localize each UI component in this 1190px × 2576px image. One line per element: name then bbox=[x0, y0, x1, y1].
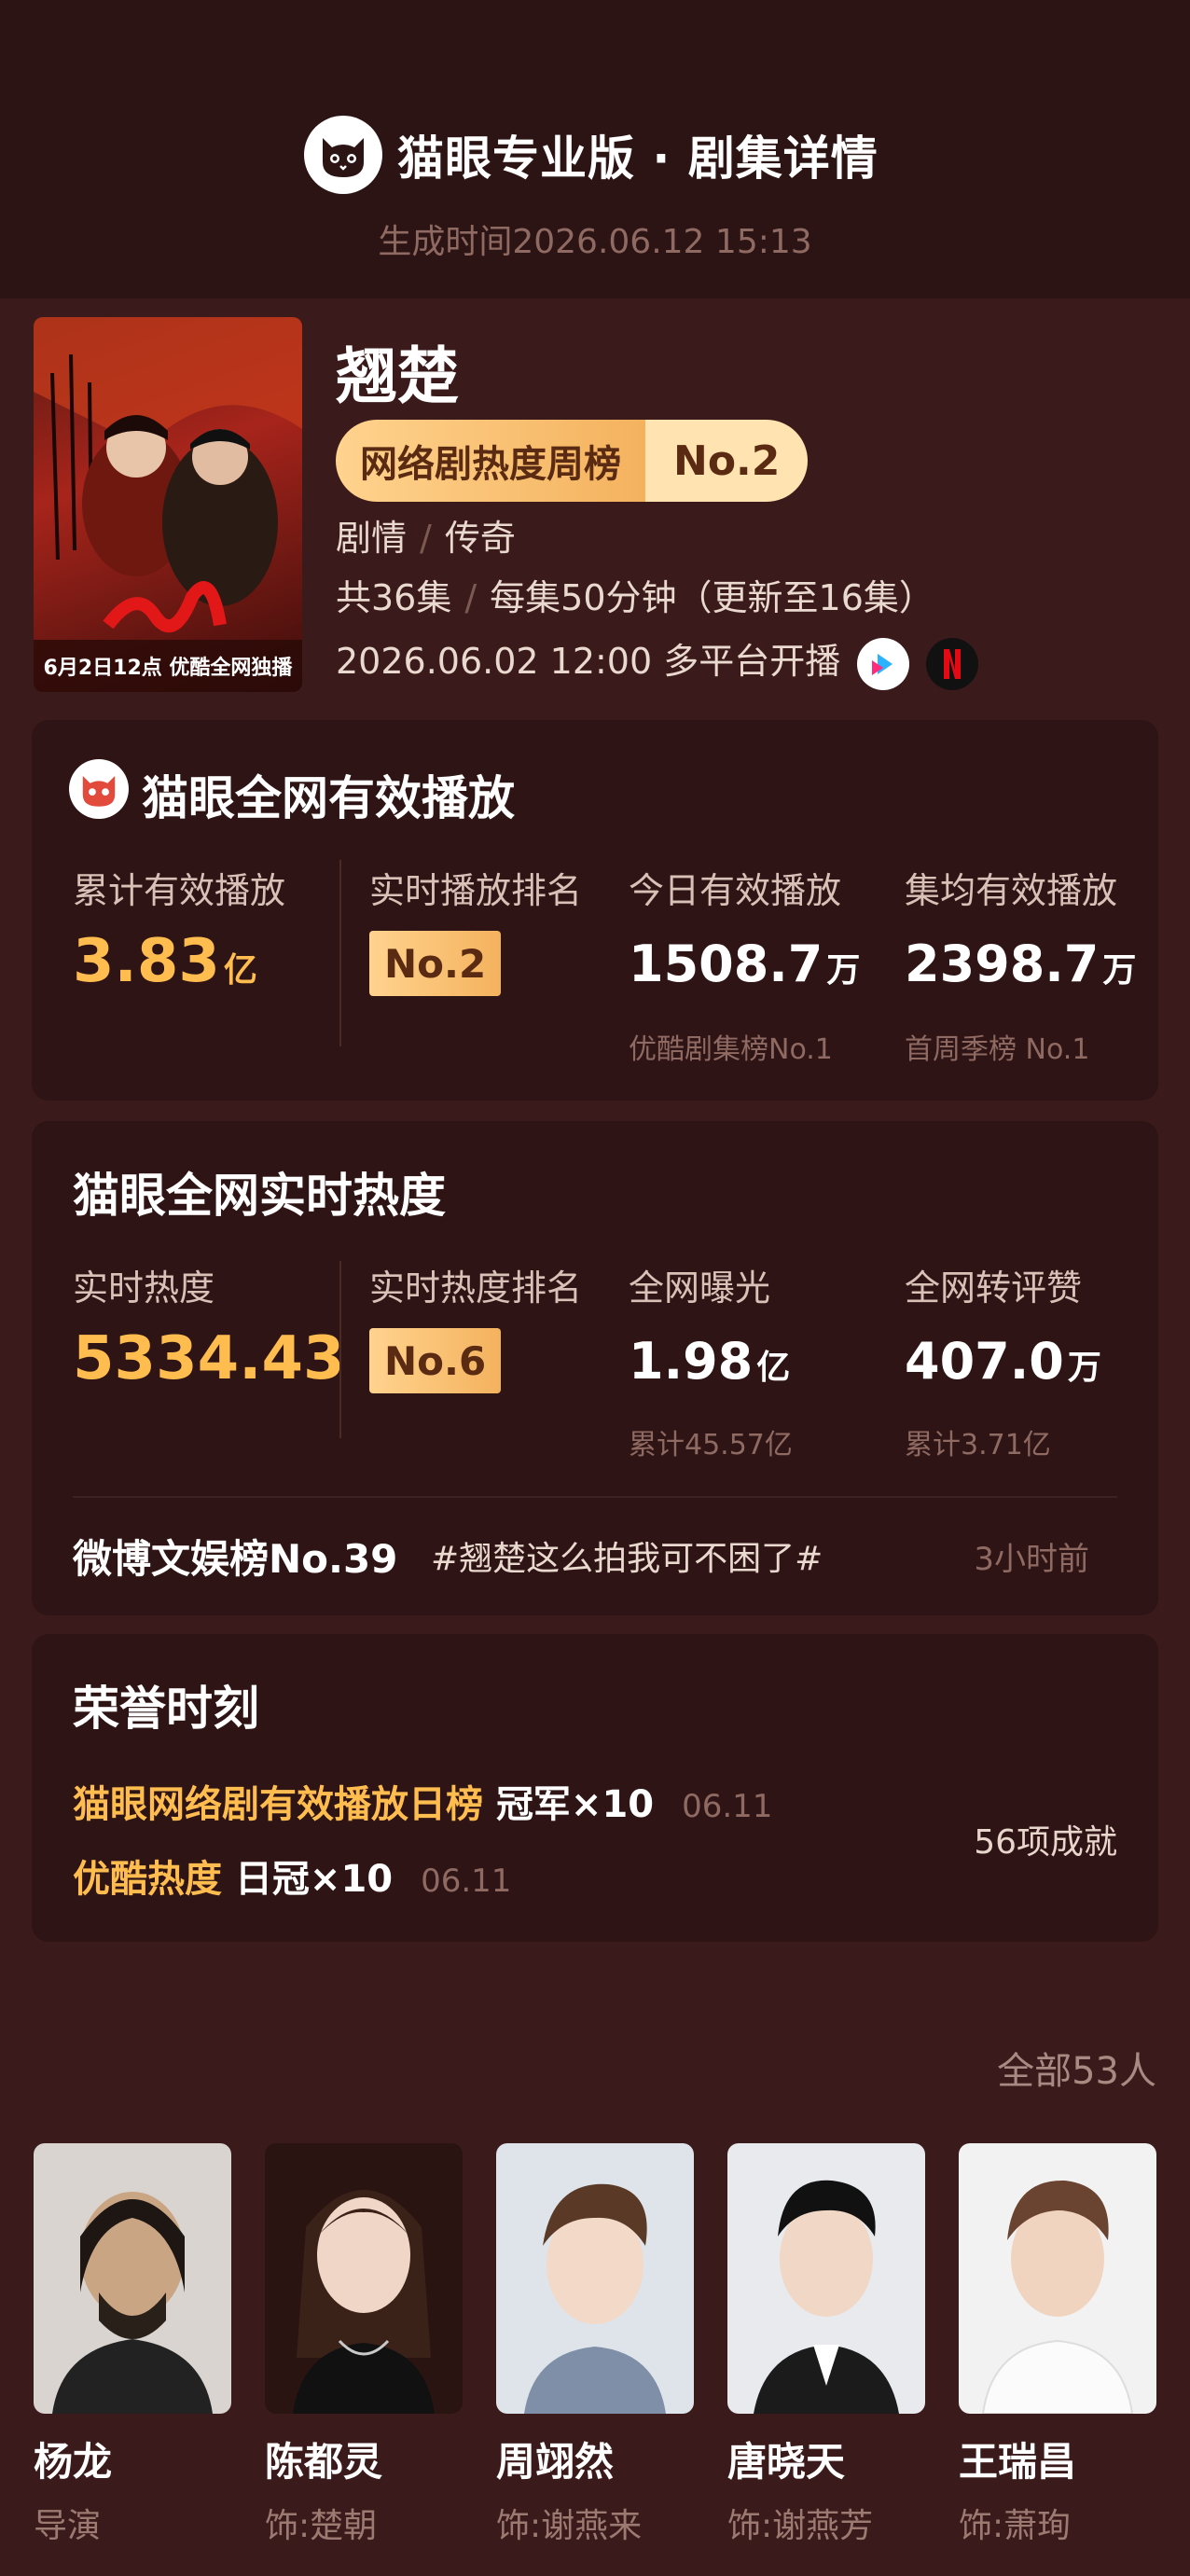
exposure-sub: 累计45.57亿 bbox=[629, 1429, 793, 1461]
realtime-label: 实时热度 bbox=[73, 1267, 215, 1309]
person-portrait-icon bbox=[52, 2192, 213, 2414]
episode-count: 共36集 bbox=[336, 577, 452, 618]
honor-date: 06.11 bbox=[682, 1788, 773, 1825]
playback-card: 猫眼全网有效播放 累计有效播放 3.83 亿 实时播放排名 No.2 今日有效播放… bbox=[32, 720, 1158, 1101]
person-portrait-icon bbox=[524, 2183, 666, 2414]
honor-date: 06.11 bbox=[421, 1863, 512, 1900]
engage-unit: 万 bbox=[1067, 1349, 1101, 1387]
netflix-icon[interactable] bbox=[926, 637, 979, 690]
honor-item: 猫眼网络剧有效播放日榜 冠军×10 06.11 bbox=[73, 1774, 772, 1828]
cast-member[interactable]: 王瑞昌 饰:萧珣 bbox=[959, 2143, 1156, 2547]
generated-time: 生成时间2026.06.12 15:13 bbox=[378, 223, 812, 261]
honor-item: 优酷热度 日冠×10 06.11 bbox=[73, 1849, 511, 1903]
person-portrait-icon bbox=[981, 2180, 1134, 2414]
today-unit: 万 bbox=[826, 951, 861, 990]
honor-prefix: 猫眼网络剧有效播放日榜 bbox=[73, 1783, 483, 1826]
divider bbox=[339, 1261, 341, 1438]
cast-member[interactable]: 杨龙 导演 bbox=[34, 2143, 231, 2547]
honors-title: 荣誉时刻 bbox=[73, 1682, 259, 1736]
cast-role: 饰:萧珣 bbox=[959, 2507, 1072, 2545]
divider bbox=[73, 1496, 1117, 1498]
cast-name: 杨龙 bbox=[34, 2439, 113, 2485]
today-sub: 优酷剧集榜No.1 bbox=[629, 1033, 833, 1066]
avg-value: 2398.7 万 bbox=[905, 935, 1136, 993]
today-number: 1508.7 bbox=[629, 935, 823, 993]
cast-photo bbox=[496, 2143, 694, 2414]
genre-2: 传奇 bbox=[444, 518, 516, 559]
cast-photo bbox=[727, 2143, 925, 2414]
today-value: 1508.7 万 bbox=[629, 935, 860, 993]
cumulative-number: 3.83 bbox=[73, 927, 220, 996]
cast-photo bbox=[959, 2143, 1156, 2414]
exposure-unit: 亿 bbox=[756, 1349, 791, 1387]
achievement-count[interactable]: 56项成就 bbox=[974, 1815, 1117, 1863]
cast-photo bbox=[34, 2143, 231, 2414]
engage-label: 全网转评赞 bbox=[905, 1267, 1083, 1309]
badge-label: 网络剧热度周榜 bbox=[336, 420, 645, 502]
maoyan-cat-icon bbox=[69, 759, 129, 819]
heat-rank-badge[interactable]: No.6 bbox=[369, 1328, 502, 1393]
cast-name: 陈都灵 bbox=[265, 2439, 383, 2485]
exposure-value: 1.98 亿 bbox=[629, 1332, 790, 1391]
cast-all-link[interactable]: 全部53人 bbox=[997, 2041, 1156, 2095]
youku-icon[interactable] bbox=[857, 637, 910, 690]
exposure-number: 1.98 bbox=[629, 1332, 754, 1391]
weekly-rank-badge[interactable]: 网络剧热度周榜 No.2 bbox=[336, 420, 809, 502]
engage-value: 407.0 万 bbox=[905, 1332, 1101, 1391]
cumulative-label: 累计有效播放 bbox=[73, 870, 286, 911]
honor-highlight: 冠军×10 bbox=[495, 1783, 655, 1826]
heat-card: 猫眼全网实时热度 实时热度 5334.43 实时热度排名 No.6 全网曝光 1… bbox=[32, 1121, 1158, 1615]
cast-role: 饰:楚朝 bbox=[265, 2507, 378, 2545]
avg-sub: 首周季榜 No.1 bbox=[905, 1033, 1090, 1066]
divider bbox=[339, 860, 341, 1046]
show-title: 翘楚 bbox=[336, 340, 459, 412]
engage-sub: 累计3.71亿 bbox=[905, 1429, 1051, 1461]
cast-role: 饰:谢燕芳 bbox=[727, 2507, 874, 2545]
playback-title: 猫眼全网有效播放 bbox=[142, 771, 515, 825]
person-portrait-icon bbox=[754, 2180, 899, 2414]
honor-highlight: 日冠×10 bbox=[234, 1858, 394, 1901]
episode-line: 共36集 / 每集50分钟（更新至16集） bbox=[336, 577, 934, 618]
cast-member[interactable]: 周翊然 饰:谢燕来 bbox=[496, 2143, 694, 2547]
cast-photo bbox=[265, 2143, 463, 2414]
cast-role: 饰:谢燕来 bbox=[496, 2507, 643, 2545]
genre-1: 剧情 bbox=[336, 518, 408, 559]
cast-member[interactable]: 唐晓天 饰:谢燕芳 bbox=[727, 2143, 925, 2547]
episode-duration: 每集50分钟（更新至16集） bbox=[490, 577, 934, 618]
page-title: 猫眼专业版 · 剧集详情 bbox=[397, 132, 879, 186]
cast-name: 周翊然 bbox=[496, 2439, 615, 2485]
poster-caption: 6月2日12点 优酷全网独播 bbox=[34, 640, 302, 692]
weibo-rank[interactable]: 微博文娱榜No.39 bbox=[73, 1528, 397, 1585]
maoyan-cat-icon bbox=[304, 116, 382, 194]
cumulative-value: 3.83 亿 bbox=[73, 927, 257, 996]
premiere-info: 2026.06.02 12:00 多平台开播 bbox=[336, 641, 841, 682]
brand: 猫眼专业版 · 剧集详情 bbox=[304, 116, 879, 194]
weibo-time: 3小时前 bbox=[974, 1541, 1089, 1578]
honor-prefix: 优酷热度 bbox=[73, 1858, 222, 1901]
heat-rank-label: 实时热度排名 bbox=[369, 1267, 583, 1309]
heat-title: 猫眼全网实时热度 bbox=[73, 1169, 446, 1223]
avg-label: 集均有效播放 bbox=[905, 870, 1118, 911]
engage-number: 407.0 bbox=[905, 1332, 1064, 1391]
avg-number: 2398.7 bbox=[905, 935, 1100, 993]
realtime-value: 5334.43 bbox=[73, 1324, 345, 1393]
poster-art bbox=[34, 317, 302, 633]
rank-label: 实时播放排名 bbox=[369, 870, 583, 911]
weibo-topic[interactable]: #翘楚这么拍我可不困了# bbox=[431, 1531, 823, 1580]
today-label: 今日有效播放 bbox=[629, 870, 842, 911]
cast-name: 唐晓天 bbox=[727, 2439, 846, 2485]
avg-unit: 万 bbox=[1102, 951, 1137, 990]
show-poster[interactable]: 6月2日12点 优酷全网独播 bbox=[34, 317, 302, 692]
cast-name: 王瑞昌 bbox=[959, 2439, 1077, 2485]
premiere-line: 2026.06.02 12:00 多平台开播 bbox=[336, 632, 979, 690]
cast-member[interactable]: 陈都灵 饰:楚朝 bbox=[265, 2143, 463, 2547]
person-portrait-icon bbox=[293, 2190, 435, 2414]
cumulative-unit: 亿 bbox=[223, 951, 257, 990]
exposure-label: 全网曝光 bbox=[629, 1267, 771, 1309]
honors-card[interactable]: 荣誉时刻 猫眼网络剧有效播放日榜 冠军×10 06.11 优酷热度 日冠×10 … bbox=[32, 1634, 1158, 1942]
badge-rank: No.2 bbox=[645, 420, 809, 502]
playback-rank-badge[interactable]: No.2 bbox=[369, 931, 502, 996]
genre-line: 剧情 / 传奇 bbox=[336, 518, 516, 559]
cast-role: 导演 bbox=[34, 2507, 102, 2545]
